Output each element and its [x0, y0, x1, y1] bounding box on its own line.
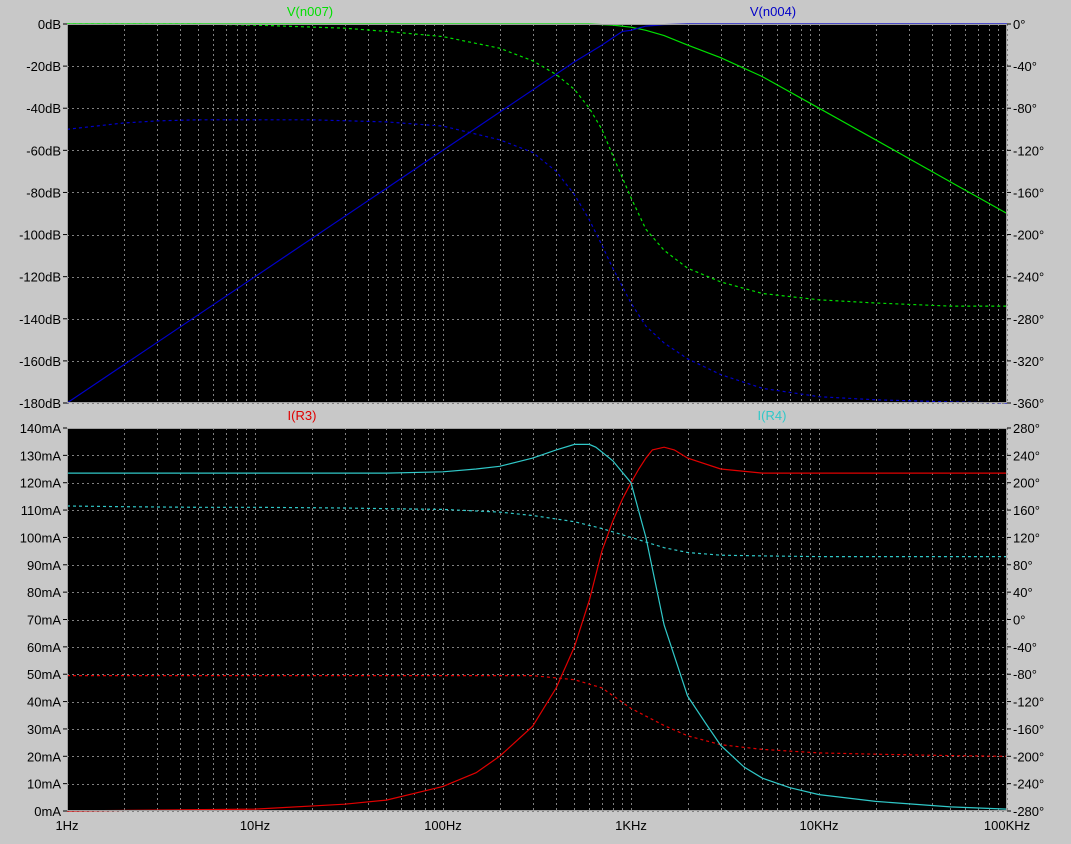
trace-label: V(n007): [287, 4, 333, 19]
trace-label: I(R4): [758, 408, 787, 423]
y-tick-label: -120dB: [19, 270, 61, 285]
x-tick-label: 100KHz: [984, 818, 1030, 833]
x-tick-label: 10KHz: [799, 818, 838, 833]
y-tick-label: 110mA: [21, 503, 62, 518]
plot-pane-1[interactable]: 0dB -20dB -40dB -60dB -80dB -100dB -120dB -140d…: [19, 4, 1044, 411]
y2-tick-label: 120°: [1013, 530, 1040, 545]
y-tick-label: 40mA: [27, 695, 61, 710]
x-tick-label: 1Hz: [55, 818, 78, 833]
y-tick-label: -160dB: [19, 354, 61, 369]
y2-tick-label: -240°: [1013, 777, 1044, 792]
y2-tick-label: -160°: [1013, 722, 1044, 737]
y2-tick-label: -200°: [1013, 749, 1044, 764]
y2-tick-label: -360°: [1013, 396, 1044, 411]
y2-tick-label: -160°: [1013, 185, 1044, 200]
y-tick-label: 120mA: [20, 476, 62, 491]
y2-tick-label: 40°: [1013, 585, 1033, 600]
y-tick-label: 100mA: [20, 530, 62, 545]
y-tick-label: -40dB: [26, 101, 61, 116]
y-tick-label: 10mA: [27, 777, 61, 792]
y-tick-label: 60mA: [27, 640, 61, 655]
y2-tick-label: 0°: [1013, 613, 1025, 628]
x-tick-label: 1KHz: [615, 818, 647, 833]
plot-area[interactable]: [67, 24, 1007, 403]
y-tick-label: 90mA: [27, 558, 61, 573]
y-tick-label: -140dB: [19, 312, 61, 327]
y-tick-label: -180dB: [19, 396, 61, 411]
y-tick-label: 50mA: [27, 667, 61, 682]
x-tick-label: 10Hz: [240, 818, 270, 833]
y-tick-label: 70mA: [27, 613, 61, 628]
y-tick-label: -60dB: [26, 143, 61, 158]
y-tick-label: 140mA: [20, 421, 62, 436]
y-tick-label: -20dB: [26, 59, 61, 74]
y2-tick-label: 240°: [1013, 448, 1040, 463]
trace-label: V(n004): [750, 4, 796, 19]
y2-tick-label: 200°: [1013, 476, 1040, 491]
y-tick-label: 20mA: [27, 749, 61, 764]
trace-label: I(R3): [288, 408, 317, 423]
y-tick-label: 80mA: [27, 585, 61, 600]
bode-plot-canvas[interactable]: 0dB -20dB -40dB -60dB -80dB -100dB -120dB -140d…: [0, 0, 1071, 844]
y2-tick-label: -280°: [1013, 804, 1044, 819]
y2-tick-label: 80°: [1013, 558, 1033, 573]
y-tick-label: 0dB: [38, 17, 61, 32]
y2-tick-label: 280°: [1013, 421, 1040, 436]
y2-tick-label: -40°: [1013, 59, 1037, 74]
y-tick-label: -100dB: [19, 228, 61, 243]
y2-tick-label: -320°: [1013, 354, 1044, 369]
y-tick-label: 30mA: [27, 722, 61, 737]
y2-tick-label: 0°: [1013, 17, 1025, 32]
y2-tick-label: 160°: [1013, 503, 1040, 518]
y2-tick-label: -120°: [1013, 143, 1044, 158]
plot-area[interactable]: [67, 428, 1007, 811]
y2-tick-label: -280°: [1013, 312, 1044, 327]
y2-tick-label: -80°: [1013, 667, 1037, 682]
y-tick-label: 130mA: [20, 448, 62, 463]
x-tick-label: 100Hz: [424, 818, 462, 833]
y-tick-label: -80dB: [26, 185, 61, 200]
y2-tick-label: -120°: [1013, 695, 1044, 710]
waveform-viewer: 0dB -20dB -40dB -60dB -80dB -100dB -120dB -140d…: [0, 0, 1071, 844]
y-tick-label: 0mA: [34, 804, 61, 819]
y2-tick-label: -80°: [1013, 101, 1037, 116]
y2-tick-label: -240°: [1013, 270, 1044, 285]
plot-pane-2[interactable]: 140mA 130mA 120mA 110mA 100mA 90mA 80mA 70mA 60m…: [20, 408, 1044, 833]
y2-tick-label: -40°: [1013, 640, 1037, 655]
y2-tick-label: -200°: [1013, 228, 1044, 243]
